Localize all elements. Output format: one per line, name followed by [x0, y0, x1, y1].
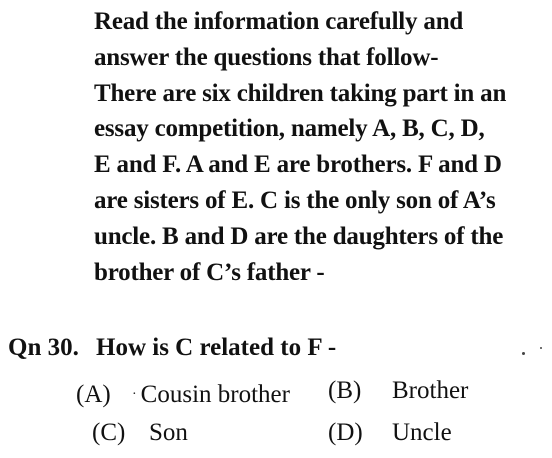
question: Qn 30. How is C related to F -	[8, 334, 336, 362]
passage-line: brother of C’s father -	[94, 258, 325, 286]
passage-line: E and F. A and E are brothers. F and D	[94, 151, 502, 179]
passage-line: are sisters of E. C is the only son of A…	[94, 186, 496, 214]
option-a-text: Cousin brother	[140, 381, 290, 408]
option-c: (C) Son	[92, 419, 188, 447]
option-b: (B) Brother	[328, 377, 468, 405]
passage: Read the information carefully and answe…	[94, 4, 534, 290]
option-b-label: (B)	[328, 377, 362, 404]
option-c-label: (C)	[92, 419, 126, 446]
option-b-text: Brother	[392, 377, 469, 404]
passage-line: answer the questions that follow-	[94, 43, 439, 71]
option-a: (A) · Cousin brother	[76, 381, 290, 409]
passage-line: essay competition, namely A, B, C, D,	[94, 115, 485, 143]
question-number: Qn 30.	[8, 334, 79, 361]
passage-line: Read the information carefully and	[94, 8, 464, 35]
passage-line: There are six children taking part in an	[94, 79, 507, 107]
scan-speck	[540, 347, 542, 349]
question-text: How is C related to F -	[96, 334, 337, 361]
option-c-text: Son	[149, 419, 188, 446]
scan-mark: ·	[132, 387, 137, 402]
option-d-text: Uncle	[392, 419, 452, 446]
scan-speck	[522, 352, 525, 355]
option-d-label: (D)	[328, 419, 363, 446]
option-a-label: (A)	[76, 381, 111, 408]
passage-line: uncle. B and D are the daughters of the	[94, 222, 504, 250]
option-d: (D) Uncle	[328, 419, 452, 447]
